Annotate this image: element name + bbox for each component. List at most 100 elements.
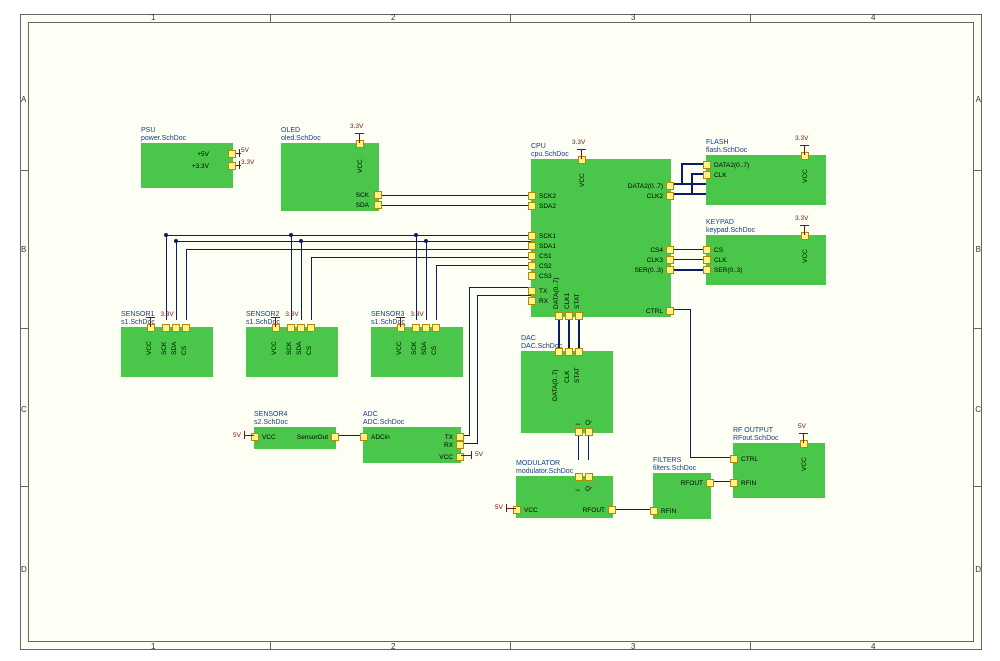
port[interactable] — [565, 348, 573, 356]
pwrbar — [239, 149, 240, 157]
port[interactable] — [162, 324, 170, 332]
filt-file: filters.SchDoc — [653, 465, 696, 472]
port[interactable] — [555, 312, 563, 320]
port[interactable] — [565, 312, 573, 320]
port[interactable] — [800, 440, 808, 448]
cpu-block[interactable]: SCK2 SDA2 SCK1 SDA1 CS1 CS2 CS3 TX RX DA… — [531, 159, 671, 317]
pwrbar — [800, 225, 809, 226]
rf-ctrl: CTRL — [741, 456, 758, 463]
port[interactable] — [703, 161, 711, 169]
adc-block[interactable]: ADCin TX RX VCC — [363, 427, 461, 463]
port[interactable] — [666, 266, 674, 274]
mod-rfout: RFOUT — [583, 507, 605, 514]
port[interactable] — [528, 272, 536, 280]
port[interactable] — [578, 156, 586, 164]
port[interactable] — [703, 256, 711, 264]
rf-block[interactable]: CTRL RFIN VCC — [733, 443, 825, 498]
keypad-block[interactable]: CS CLK SER(0..3) VCC — [706, 235, 826, 285]
port[interactable] — [528, 262, 536, 270]
flash-33v: 3.3V — [795, 135, 808, 142]
cpu-data2: DATA2(0..7) — [628, 183, 663, 190]
cpu-rx: RX — [539, 298, 548, 305]
port[interactable] — [730, 455, 738, 463]
port[interactable] — [397, 324, 405, 332]
dac-block[interactable]: DATA(0..7) CLK STAT I Q — [521, 351, 613, 433]
port[interactable] — [287, 324, 295, 332]
port[interactable] — [528, 232, 536, 240]
col-2-top: 2 — [391, 13, 395, 22]
port[interactable] — [228, 150, 236, 158]
s1-33v: 3.3V — [160, 311, 173, 318]
port[interactable] — [272, 324, 280, 332]
port[interactable] — [666, 182, 674, 190]
port[interactable] — [666, 192, 674, 200]
cpu-cs3: CS3 — [539, 273, 552, 280]
port[interactable] — [360, 433, 368, 441]
rf-file: RFout.SchDoc — [733, 435, 779, 442]
flash-block[interactable]: DATA2(0..7) CLK VCC — [706, 155, 826, 205]
cpu-title: CPU cpu.SchDoc — [531, 143, 569, 159]
port[interactable] — [575, 428, 583, 436]
port[interactable] — [801, 152, 809, 160]
port[interactable] — [528, 192, 536, 200]
port[interactable] — [297, 324, 305, 332]
mod-name: MODULATOR — [516, 460, 560, 467]
port[interactable] — [528, 252, 536, 260]
port[interactable] — [730, 479, 738, 487]
port[interactable] — [666, 256, 674, 264]
port[interactable] — [528, 202, 536, 210]
port[interactable] — [374, 191, 382, 199]
port[interactable] — [528, 297, 536, 305]
port[interactable] — [172, 324, 180, 332]
port[interactable] — [374, 201, 382, 209]
port[interactable] — [585, 473, 593, 481]
s4-title: SENSOR4 s2.SchDoc — [254, 411, 288, 427]
port[interactable] — [666, 246, 674, 254]
port[interactable] — [432, 324, 440, 332]
oled-block[interactable]: SCK SDA VCC — [281, 143, 379, 211]
port[interactable] — [412, 324, 420, 332]
wire — [291, 235, 292, 320]
port[interactable] — [650, 507, 658, 515]
port[interactable] — [575, 473, 583, 481]
port[interactable] — [307, 324, 315, 332]
rf-title: RF OUTPUT RFout.SchDoc — [733, 427, 779, 443]
port[interactable] — [147, 324, 155, 332]
port[interactable] — [228, 162, 236, 170]
port[interactable] — [356, 140, 364, 148]
port[interactable] — [456, 433, 464, 441]
port[interactable] — [456, 441, 464, 449]
s4-block[interactable]: VCC SensorOut — [254, 427, 336, 449]
s1-block[interactable]: VCC SCK SDA CS — [121, 327, 213, 377]
port[interactable] — [331, 433, 339, 441]
wire — [376, 195, 531, 196]
port[interactable] — [703, 171, 711, 179]
port[interactable] — [666, 307, 674, 315]
port[interactable] — [422, 324, 430, 332]
cpu-ctrl: CTRL — [646, 308, 663, 315]
port[interactable] — [706, 479, 714, 487]
port[interactable] — [608, 506, 616, 514]
s2-block[interactable]: VCC SCK SDA CS — [246, 327, 338, 377]
port[interactable] — [555, 348, 563, 356]
adc-in: ADCin — [371, 434, 390, 441]
junction — [164, 233, 168, 237]
pwr — [581, 149, 582, 159]
port[interactable] — [703, 266, 711, 274]
port[interactable] — [528, 287, 536, 295]
port[interactable] — [528, 242, 536, 250]
pwr — [400, 317, 401, 327]
port[interactable] — [585, 428, 593, 436]
s3-block[interactable]: VCC SCK SDA CS — [371, 327, 463, 377]
port[interactable] — [182, 324, 190, 332]
port[interactable] — [801, 232, 809, 240]
port[interactable] — [703, 246, 711, 254]
port[interactable] — [575, 312, 583, 320]
col-4-bot: 4 — [871, 642, 875, 651]
port[interactable] — [575, 348, 583, 356]
mod-block[interactable]: I Q VCC RFOUT — [516, 476, 613, 518]
pwrbar — [239, 161, 240, 169]
wire — [311, 257, 312, 320]
filt-block[interactable]: RFIN RFOUT — [653, 473, 711, 519]
psu-block[interactable]: +5V +3.3V — [141, 143, 233, 188]
